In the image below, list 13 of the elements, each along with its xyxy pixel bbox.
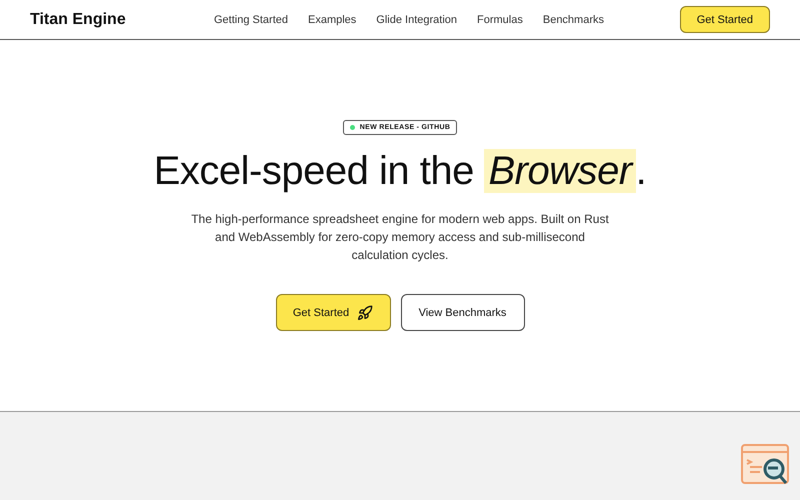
description: The high-performance spreadsheet engine for modern web apps. Built on Rust and WebAssembly for zero-copy memory access and sub-millisecond calculation cycles. [190, 211, 610, 264]
nav-link[interactable]: Formulas [477, 14, 523, 26]
rocket-icon [357, 304, 374, 320]
nav-link[interactable]: Benchmarks [542, 14, 604, 26]
nav-link[interactable]: Getting Started [214, 14, 288, 26]
get-started-button[interactable]: Get Started [680, 6, 770, 33]
nav-link[interactable]: Glide Integration [376, 14, 458, 26]
get-started-button[interactable]: Get Started [276, 294, 390, 331]
code-search-icon [740, 443, 790, 487]
brand-name[interactable]: Titan Engine [30, 10, 180, 28]
view-benchmarks-button[interactable]: View Benchmarks [400, 294, 524, 331]
headline: Excel-speed in the Browser. [154, 149, 646, 194]
nav-link[interactable]: Examples [308, 14, 356, 26]
